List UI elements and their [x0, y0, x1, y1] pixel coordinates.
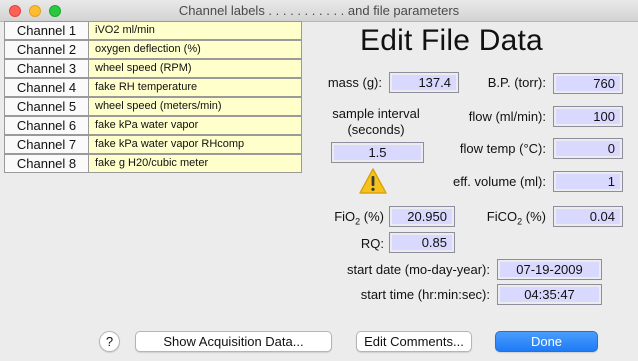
page-title: Edit File Data: [360, 24, 543, 57]
channel-row: Channel 2 oxygen deflection (%): [4, 40, 302, 60]
channel-row: Channel 1 iVO2 ml/min: [4, 21, 302, 41]
eff-volume-label: eff. volume (ml):: [453, 174, 546, 189]
mass-field[interactable]: 137.4: [389, 72, 459, 93]
channel-name: Channel 4: [4, 78, 89, 97]
channel-label-field[interactable]: fake RH temperature: [89, 78, 302, 97]
channel-label-field[interactable]: fake kPa water vapor: [89, 116, 302, 135]
start-time-label: start time (hr:min:sec):: [360, 287, 490, 302]
channel-row: Channel 5 wheel speed (meters/min): [4, 97, 302, 117]
channel-name: Channel 7: [4, 135, 89, 154]
title-bar: Channel labels . . . . . . . . . . . and…: [0, 0, 638, 22]
start-date-label: start date (mo-day-year):: [346, 262, 490, 277]
flow-temp-label: flow temp (°C):: [459, 141, 546, 156]
channel-name: Channel 3: [4, 59, 89, 78]
bp-field[interactable]: 760: [553, 73, 623, 94]
show-acquisition-data-button[interactable]: Show Acquisition Data...: [135, 331, 332, 352]
flow-field[interactable]: 100: [553, 106, 623, 127]
channel-label-field[interactable]: fake kPa water vapor RHcomp: [89, 135, 302, 154]
rq-label: RQ:: [360, 236, 384, 251]
channel-label-field[interactable]: oxygen deflection (%): [89, 40, 302, 59]
channel-row: Channel 7 fake kPa water vapor RHcomp: [4, 135, 302, 155]
eff-volume-field[interactable]: 1: [553, 171, 623, 192]
channel-name: Channel 6: [4, 116, 89, 135]
start-date-field[interactable]: 07-19-2009: [497, 259, 602, 280]
channel-label-field[interactable]: iVO2 ml/min: [89, 21, 302, 40]
edit-comments-button[interactable]: Edit Comments...: [356, 331, 472, 352]
channel-name: Channel 1: [4, 21, 89, 40]
help-button[interactable]: ?: [99, 331, 120, 352]
bp-label: B.P. (torr):: [487, 75, 546, 90]
sample-interval-label: sample interval: [332, 106, 420, 121]
sample-interval-unit-label: (seconds): [347, 122, 405, 137]
flow-temp-field[interactable]: 0: [553, 138, 623, 159]
channel-label-field[interactable]: wheel speed (RPM): [89, 59, 302, 78]
channel-label-field[interactable]: wheel speed (meters/min): [89, 97, 302, 116]
channel-name: Channel 2: [4, 40, 89, 59]
channel-label-field[interactable]: fake g H20/cubic meter: [89, 154, 302, 173]
sample-interval-field[interactable]: 1.5: [331, 142, 424, 163]
start-time-field[interactable]: 04:35:47: [497, 284, 602, 305]
channel-row: Channel 6 fake kPa water vapor: [4, 116, 302, 136]
channel-row: Channel 8 fake g H20/cubic meter: [4, 154, 302, 174]
fio2-label: FiO2 (%): [334, 209, 384, 227]
mass-label: mass (g):: [327, 75, 382, 90]
fio2-field[interactable]: 20.950: [389, 206, 455, 227]
warning-triangle-icon: [359, 168, 387, 194]
fico2-label: FiCO2 (%): [486, 209, 546, 227]
channel-name: Channel 5: [4, 97, 89, 116]
window-title: Channel labels . . . . . . . . . . . and…: [178, 3, 460, 18]
channel-row: Channel 3 wheel speed (RPM): [4, 59, 302, 79]
channel-row: Channel 4 fake RH temperature: [4, 78, 302, 98]
done-button[interactable]: Done: [495, 331, 598, 352]
channel-name: Channel 8: [4, 154, 89, 173]
fico2-field[interactable]: 0.04: [553, 206, 623, 227]
flow-label: flow (ml/min):: [468, 109, 546, 124]
rq-field[interactable]: 0.85: [389, 232, 455, 253]
